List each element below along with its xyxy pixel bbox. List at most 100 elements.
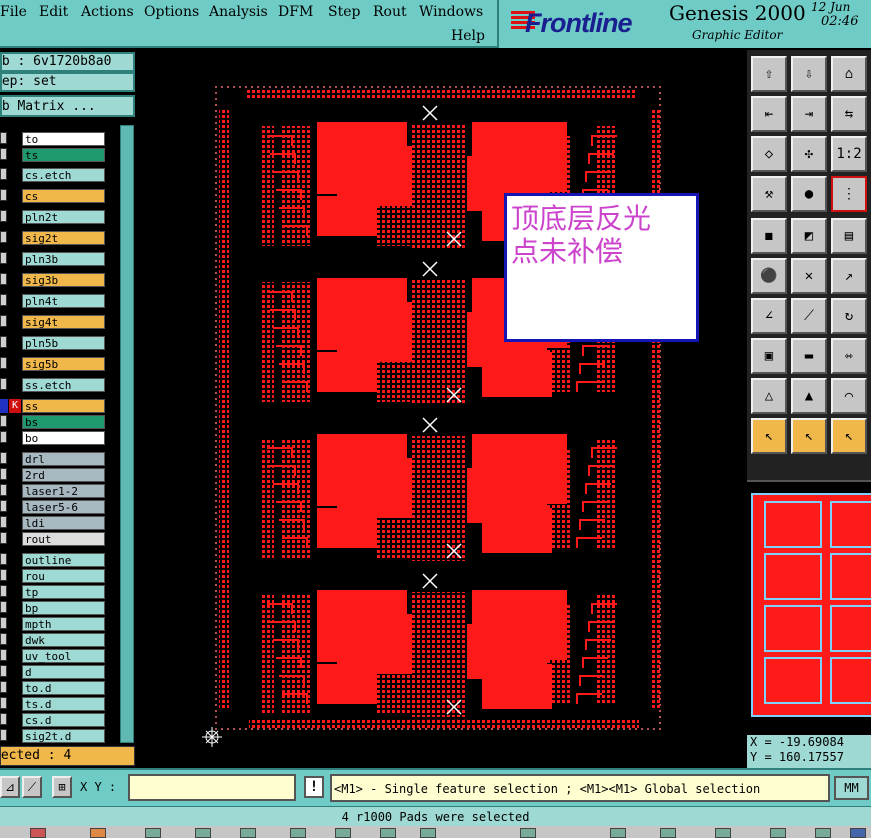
menu-analysis[interactable]: Analysis [209,4,268,20]
layer-checkbox[interactable] [0,553,7,565]
pointer2-icon[interactable]: ↖ [791,418,827,454]
layer-checkbox[interactable] [0,500,7,512]
layer-checkbox[interactable] [0,210,7,222]
layer-checkbox[interactable] [0,452,7,464]
layer-scrollbar[interactable] [120,125,134,743]
select-icon[interactable]: ◼ [751,218,787,254]
layer-item-sig3b[interactable]: sig3b [22,273,105,287]
warning-icon[interactable]: ! [304,776,324,798]
layer-checkbox[interactable] [0,468,7,480]
layer-checkbox[interactable] [0,484,7,496]
layer-checkbox[interactable] [0,336,7,348]
layer-item-pln5b[interactable]: pln5b [22,336,105,350]
task-icon[interactable] [420,828,436,838]
layer-item-cs-etch[interactable]: cs.etch [22,168,105,182]
triangle-icon[interactable]: △ [751,378,787,414]
layer-item-ss[interactable]: ss [22,399,105,413]
task-icon[interactable] [335,828,351,838]
layer-item-bs[interactable]: bs [22,415,105,429]
tool-icon[interactable]: ⚒ [751,176,787,212]
zoom-down-icon[interactable]: ⇩ [791,56,827,92]
menu-file[interactable]: File [0,4,27,20]
layer-checkbox[interactable] [0,273,7,285]
layer-item-ts[interactable]: ts [22,148,105,162]
task-icon[interactable] [715,828,731,838]
menu-options[interactable]: Options [144,4,199,20]
line-icon[interactable]: ⟋ [791,298,827,334]
pan-left-icon[interactable]: ⇤ [751,96,787,132]
arc-icon[interactable]: ▲ [791,378,827,414]
layer-checkbox[interactable] [0,378,7,390]
snap-icon[interactable]: ● [791,176,827,212]
menu-windows[interactable]: Windows [419,4,483,20]
measure-button[interactable]: ⟋ [22,776,42,798]
layer-checkbox[interactable] [0,633,7,645]
home-icon[interactable]: ⌂ [831,56,867,92]
mini-map[interactable] [747,480,871,735]
layer-item-rout[interactable]: rout [22,532,105,546]
layer-item-laser1-2[interactable]: laser1-2 [22,484,105,498]
layer-checkbox[interactable] [0,148,7,160]
area-icon[interactable]: ◩ [791,218,827,254]
snap-button[interactable]: ⊿ [0,776,20,798]
layer-checkbox[interactable] [0,617,7,629]
zoom-up-icon[interactable]: ⇧ [751,56,787,92]
move-icon[interactable]: ↗ [831,258,867,294]
task-icon[interactable] [195,828,211,838]
layer-item-pln2t[interactable]: pln2t [22,210,105,224]
layer-checkbox[interactable] [0,294,7,306]
layer-item-bo[interactable]: bo [22,431,105,445]
task-icon[interactable] [30,828,46,838]
pcb-view[interactable] [137,50,747,768]
layer-checkbox[interactable] [0,431,7,443]
rotate-icon[interactable]: ↻ [831,298,867,334]
layer-checkbox[interactable] [0,168,7,180]
task-icon[interactable] [815,828,831,838]
layer-item-outline[interactable]: outline [22,553,105,567]
fit-screen-icon[interactable]: ◇ [751,136,787,172]
menu-dfm[interactable]: DFM [278,4,313,20]
delete-icon[interactable]: ✕ [791,258,827,294]
task-icon[interactable] [520,828,536,838]
task-icon[interactable] [90,828,106,838]
connect-icon[interactable]: ⚫ [751,258,787,294]
measure-icon[interactable]: ⇿ [831,338,867,374]
xy-input[interactable] [128,774,296,801]
layer-checkbox[interactable] [0,132,7,144]
layer-item-laser5-6[interactable]: laser5-6 [22,500,105,514]
task-icon[interactable] [290,828,306,838]
task-icon[interactable] [770,828,786,838]
task-icon[interactable] [145,828,161,838]
layer-checkbox[interactable] [0,532,7,544]
zoom-area-icon[interactable]: ✣ [791,136,827,172]
menu-actions[interactable]: Actions [81,4,134,20]
layers-icon[interactable]: ⋮ [831,176,867,212]
zoom-back-icon[interactable]: ⇆ [831,96,867,132]
menu-step[interactable]: Step [328,4,360,20]
pan-right-icon[interactable]: ⇥ [791,96,827,132]
ruler-icon[interactable]: ▤ [831,218,867,254]
layer-item-sig2t-d[interactable]: sig2t.d [22,729,105,743]
layer-checkbox[interactable] [0,569,7,581]
graphic-canvas[interactable]: 顶底层反光 点未补偿 [137,50,747,768]
layer-checkbox[interactable] [0,681,7,693]
layer-item-to[interactable]: to [22,132,105,146]
menu-edit[interactable]: Edit [39,4,68,20]
task-icon[interactable] [240,828,256,838]
layer-checkbox[interactable] [0,315,7,327]
layer-checkbox[interactable] [0,252,7,264]
layer-item-sig5b[interactable]: sig5b [22,357,105,371]
bar-icon[interactable]: ▬ [791,338,827,374]
layer-item-bp[interactable]: bp [22,601,105,615]
layer-item-d[interactable]: d [22,665,105,679]
layer-checkbox[interactable] [0,713,7,725]
layer-checkbox[interactable] [0,357,7,369]
layer-checkbox[interactable] [0,189,7,201]
layer-item-ss-etch[interactable]: ss.etch [22,378,105,392]
pointer-icon[interactable]: ↖ [751,418,787,454]
layer-item-rou[interactable]: rou [22,569,105,583]
layer-checkbox[interactable] [0,665,7,677]
scale-icon[interactable]: 1:2 [831,136,867,172]
angle-icon[interactable]: ∠ [751,298,787,334]
layer-item-2rd[interactable]: 2rd [22,468,105,482]
